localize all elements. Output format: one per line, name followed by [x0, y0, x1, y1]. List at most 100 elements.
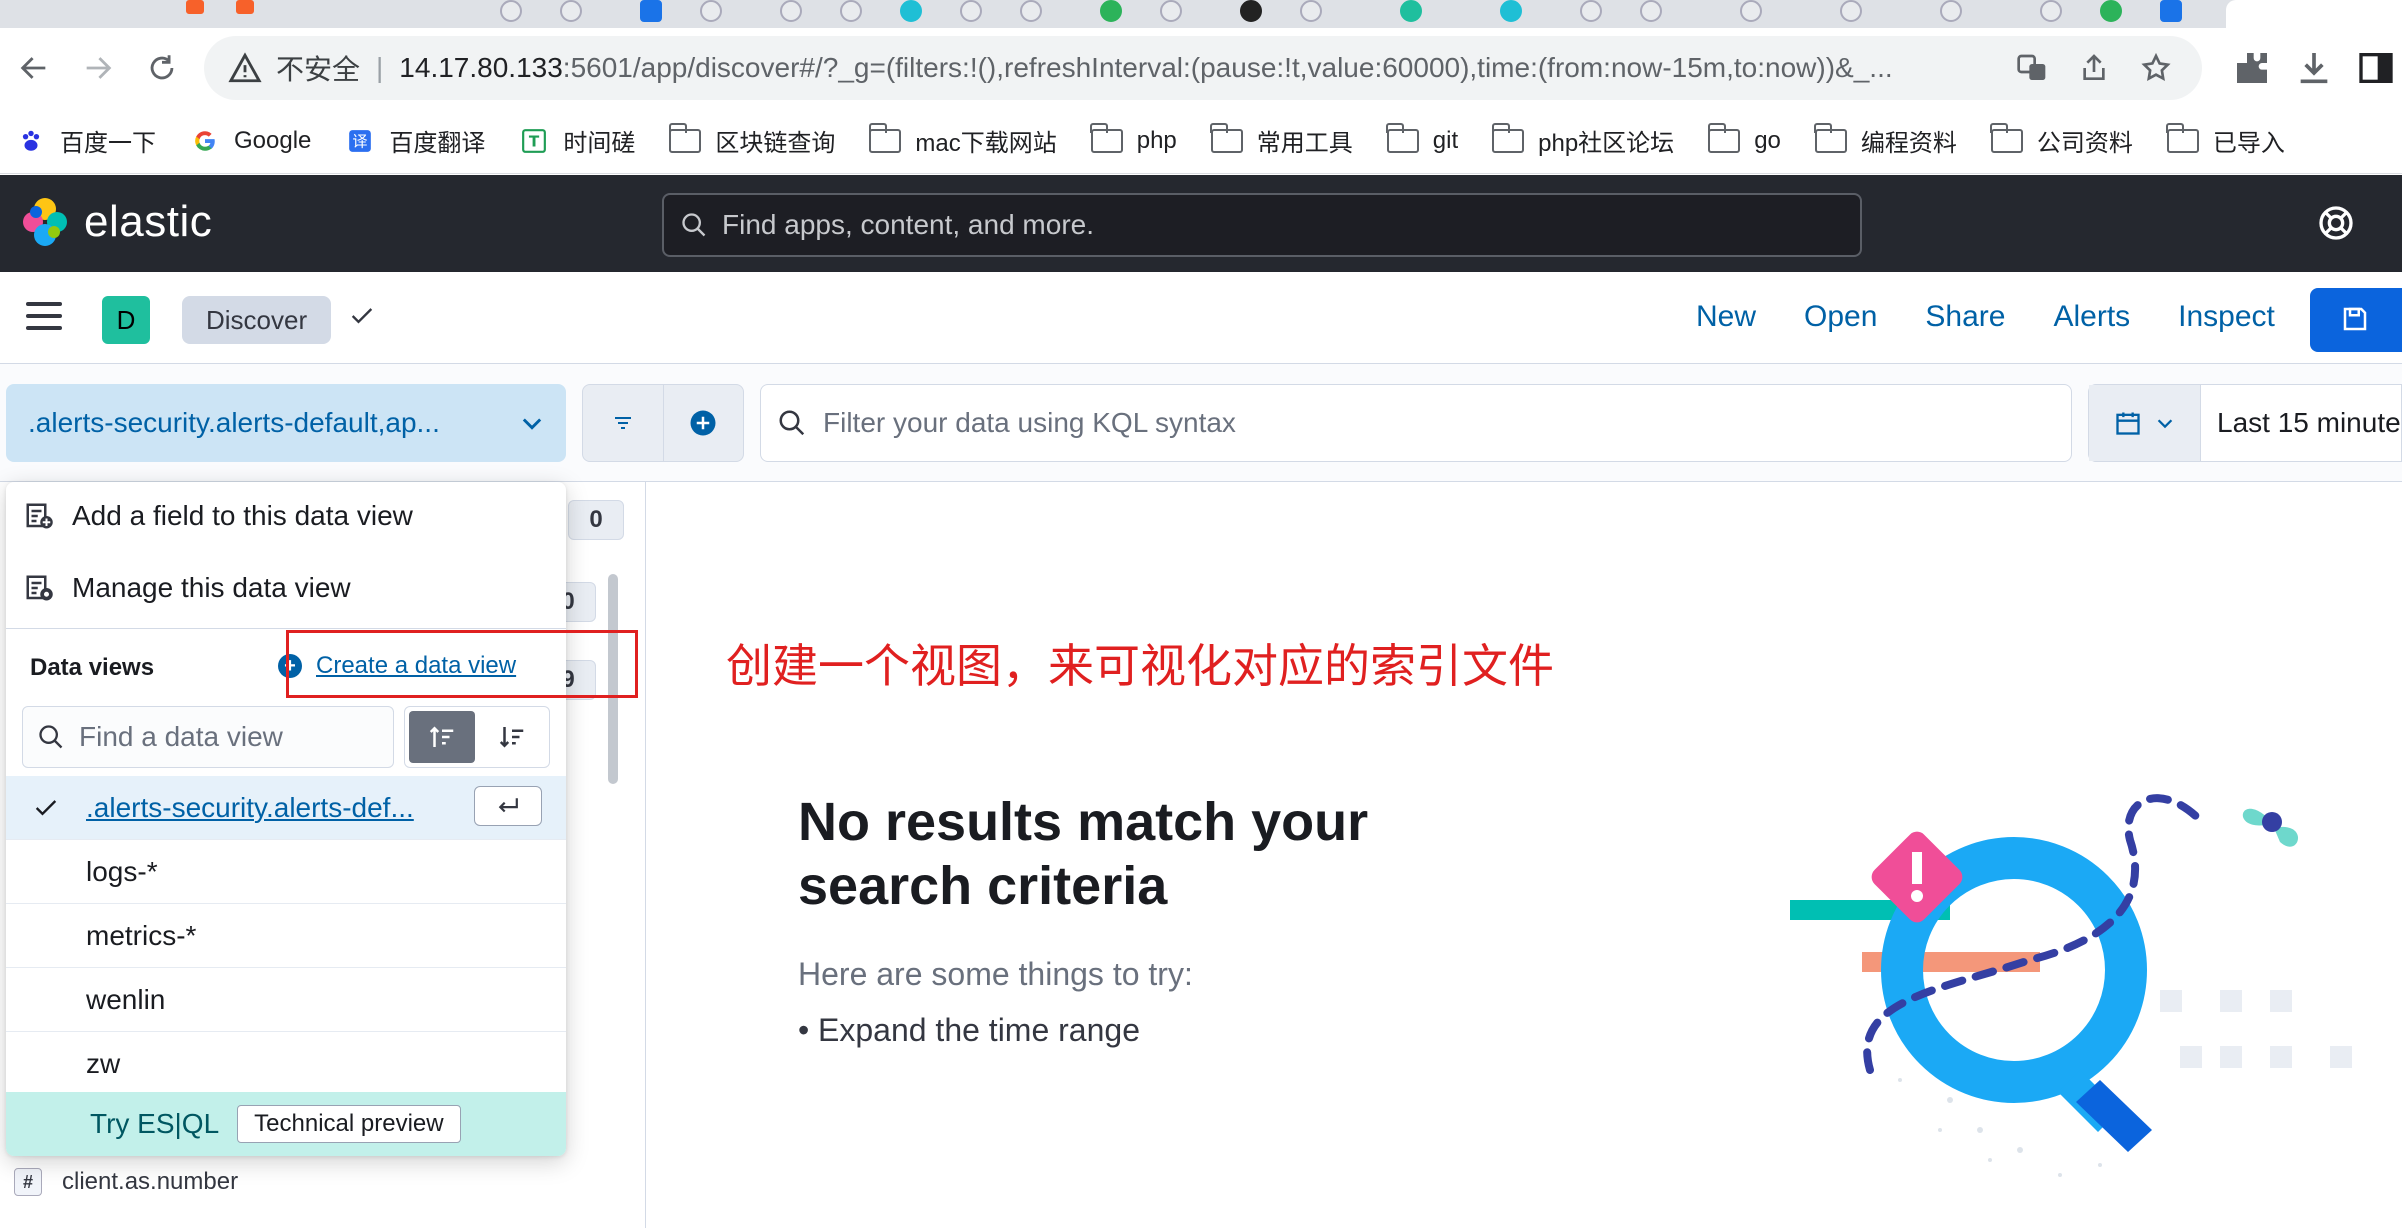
- omnibox-actions: [2016, 52, 2172, 84]
- tab-favicon[interactable]: [1940, 0, 1962, 22]
- data-view-name: logs-*: [86, 855, 158, 887]
- add-field-menu-item[interactable]: Add a field to this data view: [24, 500, 413, 532]
- tab-favicon[interactable]: [700, 0, 722, 22]
- tab-favicon[interactable]: [1840, 0, 1862, 22]
- bookmark-folder[interactable]: git: [1386, 122, 1458, 155]
- help-icon[interactable]: [2316, 203, 2356, 243]
- tab-favicon[interactable]: [2160, 0, 2182, 22]
- forward-button[interactable]: [74, 44, 122, 92]
- tab-favicon[interactable]: [1100, 0, 1122, 22]
- data-view-option[interactable]: metrics-*: [6, 904, 566, 968]
- time-range-label[interactable]: Last 15 minute: [2217, 407, 2401, 439]
- warning-icon[interactable]: [228, 51, 262, 85]
- tab-favicon[interactable]: [1580, 0, 1602, 22]
- bookmark-label: 已导入: [2212, 130, 2285, 157]
- bookmark-folder[interactable]: php: [1090, 122, 1177, 155]
- field-item[interactable]: # client.as.number: [14, 1168, 238, 1196]
- data-view-option[interactable]: logs-*: [6, 840, 566, 904]
- active-tab[interactable]: [2226, 0, 2402, 28]
- tab-favicon[interactable]: [2040, 0, 2062, 22]
- add-filter-button[interactable]: [662, 385, 744, 461]
- star-icon[interactable]: [2140, 52, 2172, 84]
- folder-icon: [668, 122, 702, 153]
- open-link[interactable]: Open: [1804, 300, 1877, 334]
- translate-icon: 译: [349, 129, 372, 152]
- tab-favicon[interactable]: [1020, 0, 1042, 22]
- security-label[interactable]: 不安全: [276, 48, 360, 88]
- bookmark-folder[interactable]: go: [1707, 122, 1781, 155]
- tab-favicon[interactable]: [500, 0, 522, 22]
- new-link[interactable]: New: [1696, 300, 1756, 334]
- quick-menu-button[interactable]: [2089, 385, 2201, 461]
- sort-descending-button[interactable]: [479, 711, 545, 763]
- extensions-icon[interactable]: [2232, 48, 2272, 88]
- field-name: client.as.number: [62, 1168, 239, 1195]
- bookmark-label: 百度翻译: [389, 130, 486, 157]
- share-link[interactable]: Share: [1925, 300, 2005, 334]
- kql-search-input[interactable]: Filter your data using KQL syntax: [760, 384, 2072, 462]
- svg-text:译: 译: [353, 132, 368, 150]
- sidebar-panel-icon[interactable]: [2356, 48, 2396, 88]
- tab-favicon[interactable]: [186, 0, 204, 14]
- reload-button[interactable]: [138, 44, 186, 92]
- tab-favicon[interactable]: [840, 0, 862, 22]
- elastic-header: elastic Find apps, content, and more.: [0, 175, 2402, 272]
- filter-menu-button[interactable]: [583, 385, 663, 461]
- tab-favicon[interactable]: [1740, 0, 1762, 22]
- tab-favicon[interactable]: [2100, 0, 2122, 22]
- address-bar[interactable]: 不安全 | 14.17.80.133:5601/app/discover#/?_…: [204, 36, 2202, 100]
- tab-favicon[interactable]: [960, 0, 982, 22]
- data-view-option[interactable]: .alerts-security.alerts-def...: [6, 776, 566, 840]
- tab-favicon[interactable]: [1160, 0, 1182, 22]
- space-avatar[interactable]: D: [102, 296, 150, 344]
- find-data-view-input[interactable]: Find a data view: [22, 706, 394, 768]
- global-search-input[interactable]: Find apps, content, and more.: [662, 193, 1862, 257]
- bookmark-item[interactable]: 译 百度翻译: [345, 123, 485, 158]
- breadcrumb[interactable]: Discover: [182, 296, 332, 344]
- bookmark-folder[interactable]: php社区论坛: [1491, 122, 1675, 158]
- elastic-logo[interactable]: elastic: [20, 197, 212, 247]
- share-icon[interactable]: [2078, 52, 2110, 84]
- tab-favicon[interactable]: [1400, 0, 1422, 22]
- inspect-link[interactable]: Inspect: [2178, 300, 2275, 334]
- bookmark-folder[interactable]: mac下载网站: [868, 122, 1057, 158]
- data-view-picker[interactable]: .alerts-security.alerts-default,ap...: [6, 384, 566, 462]
- data-view-option[interactable]: zw: [6, 1032, 566, 1096]
- download-icon[interactable]: [2294, 48, 2334, 88]
- tab-favicon[interactable]: [560, 0, 582, 22]
- tab-favicon[interactable]: [900, 0, 922, 22]
- manage-data-view-menu-item[interactable]: Manage this data view: [24, 572, 351, 604]
- alerts-link[interactable]: Alerts: [2053, 300, 2130, 334]
- data-view-option[interactable]: wenlin: [6, 968, 566, 1032]
- time-picker[interactable]: Last 15 minute: [2088, 384, 2402, 462]
- tab-favicon[interactable]: [236, 0, 254, 14]
- tab-favicon[interactable]: [1240, 0, 1262, 22]
- try-esql-bar[interactable]: Try ES|QL Technical preview: [6, 1092, 566, 1156]
- url-text[interactable]: 14.17.80.133:5601/app/discover#/?_g=(fil…: [399, 52, 2159, 84]
- bookmark-folder[interactable]: 公司资料: [1990, 122, 2133, 158]
- bookmark-label: php社区论坛: [1538, 130, 1675, 157]
- sort-descending-icon: [499, 727, 524, 748]
- sort-ascending-button[interactable]: [409, 711, 475, 763]
- menu-toggle-button[interactable]: [26, 302, 62, 332]
- empty-state-subtitle: Here are some things to try:: [798, 956, 1193, 992]
- url-path: :5601/app/discover#/?_g=(filters:!(),ref…: [562, 52, 1893, 83]
- save-button[interactable]: [2310, 288, 2402, 352]
- folder-icon: [868, 122, 902, 153]
- tab-favicon[interactable]: [1500, 0, 1522, 22]
- translate-icon[interactable]: [2016, 52, 2048, 84]
- bookmark-folder[interactable]: 区块链查询: [668, 122, 835, 158]
- bookmark-folder[interactable]: 编程资料: [1814, 122, 1957, 158]
- bookmark-item[interactable]: 百度一下: [16, 123, 156, 158]
- search-icon: [39, 725, 63, 749]
- tab-favicon[interactable]: [640, 0, 662, 22]
- tab-favicon[interactable]: [1300, 0, 1322, 22]
- bookmark-folder[interactable]: 常用工具: [1210, 122, 1353, 158]
- bookmark-folder[interactable]: 已导入: [2166, 122, 2285, 158]
- back-button[interactable]: [10, 44, 58, 92]
- tab-favicon[interactable]: [1640, 0, 1662, 22]
- bookmark-item[interactable]: Google: [190, 127, 311, 155]
- suggestion-item: Expand the time range: [798, 1012, 1140, 1049]
- tab-favicon[interactable]: [780, 0, 802, 22]
- bookmark-item[interactable]: T 时间磋: [519, 123, 635, 158]
